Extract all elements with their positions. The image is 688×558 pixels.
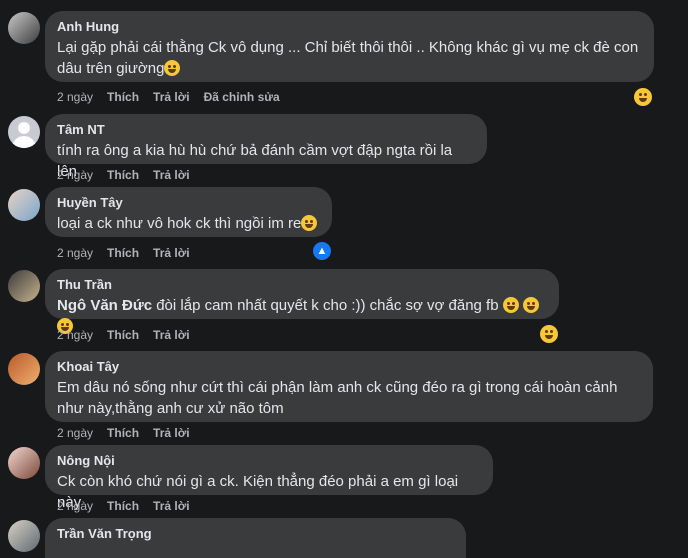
avatar[interactable] [8, 270, 40, 302]
reply-button[interactable]: Trả lời [153, 425, 190, 441]
like-button[interactable]: Thích [107, 498, 139, 514]
like-button[interactable]: Thích [107, 327, 139, 343]
like-button[interactable]: Thích [107, 89, 139, 105]
comment-actions: 2 ngày Thích Trả lời [57, 425, 204, 441]
comment-actions: 2 ngày Thích Trả lời Đã chỉnh sửa [57, 89, 294, 105]
comment-actions: 2 ngày Thích Trả lời [57, 245, 204, 261]
haha-emoji-icon[interactable] [538, 323, 560, 345]
comment-bubble: Anh Hung Lại gặp phải cái thằng Ck vô dụ… [45, 11, 654, 82]
like-button[interactable]: Thích [107, 245, 139, 261]
haha-emoji-icon[interactable] [632, 86, 654, 108]
avatar[interactable] [8, 12, 40, 44]
cat-emoji-icon [301, 215, 318, 231]
reply-button[interactable]: Trả lời [153, 245, 190, 261]
avatar[interactable] [8, 447, 40, 479]
comment-author[interactable]: Khoai Tây [57, 359, 641, 375]
comment-bubble: Trần Văn Trọng [45, 518, 466, 558]
reply-button[interactable]: Trả lời [153, 167, 190, 183]
comment-bubble: Nông Nội Ck còn khó chứ nói gì a ck. Kiệ… [45, 445, 493, 511]
comment-time[interactable]: 2 ngày [57, 498, 93, 514]
comment-time[interactable]: 2 ngày [57, 425, 93, 441]
comment-time[interactable]: 2 ngày [57, 327, 93, 343]
comment-time[interactable]: 2 ngày [57, 245, 93, 261]
mention-link[interactable]: Ngô Văn Đức [57, 297, 152, 314]
comment-actions: 2 ngày Thích Trả lời [57, 498, 204, 514]
rofl-emoji-icon [164, 60, 181, 76]
comment-text-line-1: Em dâu nó sống như cứt thì cái phận làm … [57, 379, 618, 396]
comment-author[interactable]: Huyền Tây [57, 195, 320, 211]
comment-author[interactable]: Tâm NT [57, 122, 475, 138]
avatar[interactable] [8, 189, 40, 221]
comment-bubble: Khoai Tây Em dâu nó sống như cứt thì cái… [45, 351, 653, 422]
reply-button[interactable]: Trả lời [153, 327, 190, 343]
comment-text-line-2: như này,thằng anh cư xử não tôm [57, 400, 284, 417]
like-button[interactable]: Thích [107, 167, 139, 183]
avatar[interactable] [8, 116, 40, 148]
comment-text: Lại gặp phải cái thằng Ck vô dụng ... Ch… [57, 39, 639, 77]
avatar[interactable] [8, 520, 40, 552]
comment-bubble: Tâm NT tính ra ông a kia hù hù chứ bả đá… [45, 114, 487, 180]
comment-author[interactable]: Anh Hung [57, 19, 642, 35]
comment-actions: 2 ngày Thích Trả lời [57, 167, 204, 183]
comment-bubble: Huyền Tây loại a ck như vô hok ck thì ng… [45, 187, 332, 237]
reply-button[interactable]: Trả lời [153, 498, 190, 514]
comment-author[interactable]: Thu Trần [57, 277, 547, 293]
comment-bubble: Thu Trần Ngô Văn Đức đòi lắp cam nhất qu… [45, 269, 559, 334]
comment-author[interactable]: Nông Nội [57, 453, 481, 469]
cat-emoji-icon [502, 297, 519, 313]
cat-emoji-icon [522, 297, 539, 313]
comment-time[interactable]: 2 ngày [57, 167, 93, 183]
avatar[interactable] [8, 353, 40, 385]
comment-author[interactable]: Trần Văn Trọng [57, 526, 454, 542]
edited-label[interactable]: Đã chỉnh sửa [204, 89, 280, 105]
like-button[interactable]: Thích [107, 425, 139, 441]
comment-text: loại a ck như vô hok ck thì ngồi im re [57, 213, 320, 234]
comment-actions: 2 ngày Thích Trả lời [57, 327, 204, 343]
comment-time[interactable]: 2 ngày [57, 89, 93, 105]
reply-button[interactable]: Trả lời [153, 89, 190, 105]
like-icon[interactable]: ▲ [311, 240, 333, 262]
